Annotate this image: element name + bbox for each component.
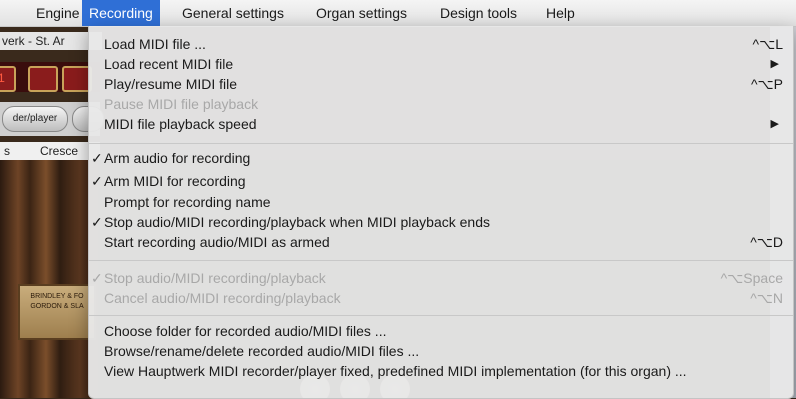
menu-item-choose-folder[interactable]: Choose folder for recorded audio/MIDI fi…: [89, 321, 793, 341]
menu-item-label: Stop audio/MIDI recording/playback: [104, 270, 326, 286]
menu-item-label: Choose folder for recorded audio/MIDI fi…: [104, 323, 387, 339]
menu-bar: Engine Recording General settings Organ …: [0, 0, 796, 27]
menu-item-label: Browse/rename/delete recorded audio/MIDI…: [104, 343, 420, 359]
menu-item-label: View Hauptwerk MIDI recorder/player fixe…: [104, 363, 687, 379]
submenu-arrow-icon: ▶: [770, 118, 779, 130]
menu-item-label: Pause MIDI file playback: [104, 96, 259, 112]
menu-item-arm-audio[interactable]: ✓ Arm audio for recording: [89, 148, 793, 168]
menu-item-stop-recording-playback: ✓ Stop audio/MIDI recording/playback ^⌥S…: [89, 268, 793, 288]
shortcut-label: ^⌥D: [750, 234, 783, 250]
menu-design-tools[interactable]: Design tools: [440, 0, 517, 26]
menu-help[interactable]: Help: [546, 0, 575, 26]
tab-crescendo[interactable]: Cresce: [40, 142, 78, 160]
window-title-fragment: verk - St. Ar: [0, 32, 102, 50]
menu-item-stop-when-playback-ends[interactable]: ✓ Stop audio/MIDI recording/playback whe…: [89, 212, 793, 232]
menu-separator: [89, 143, 793, 144]
menu-item-label: Play/resume MIDI file: [104, 76, 238, 92]
menu-item-label: Prompt for recording name: [104, 194, 271, 210]
menu-item-play-resume-midi-file[interactable]: Play/resume MIDI file ^⌥P: [89, 74, 793, 94]
menu-item-arm-midi[interactable]: ✓ Arm MIDI for recording: [89, 171, 793, 191]
menu-item-label: Stop audio/MIDI recording/playback when …: [104, 214, 490, 230]
checkmark-icon: ✓: [91, 173, 103, 189]
checkmark-icon: ✓: [91, 150, 103, 166]
menu-item-label: Load recent MIDI file: [104, 56, 234, 72]
recorder-player-button[interactable]: der/player: [2, 106, 68, 132]
menu-item-pause-midi-playback: Pause MIDI file playback: [89, 94, 793, 114]
menu-item-label: MIDI file playback speed: [104, 116, 257, 132]
menu-item-label: Arm audio for recording: [104, 150, 251, 166]
checkmark-icon: ✓: [91, 214, 103, 230]
menu-item-label: Start recording audio/MIDI as armed: [104, 234, 330, 250]
menu-item-view-midi-implementation[interactable]: View Hauptwerk MIDI recorder/player fixe…: [89, 361, 793, 381]
menu-item-load-recent-midi-file[interactable]: Load recent MIDI file ▶: [89, 54, 793, 74]
shortcut-label: ^⌥Space: [720, 270, 783, 286]
menu-organ-settings[interactable]: Organ settings: [316, 0, 407, 26]
counter-display: 1: [0, 62, 100, 92]
checkmark-icon: ✓: [91, 270, 103, 286]
menu-general-settings[interactable]: General settings: [182, 0, 284, 26]
tab-strip: s Cresce: [0, 142, 100, 160]
menu-item-load-midi-file[interactable]: Load MIDI file ... ^⌥L: [89, 34, 793, 54]
menu-item-start-recording-as-armed[interactable]: Start recording audio/MIDI as armed ^⌥D: [89, 232, 793, 252]
menu-item-label: Cancel audio/MIDI recording/playback: [104, 290, 341, 306]
menu-item-browse-recorded-files[interactable]: Browse/rename/delete recorded audio/MIDI…: [89, 341, 793, 361]
plaque-line: GORDON & SLA: [30, 303, 84, 310]
submenu-arrow-icon: ▶: [770, 58, 779, 70]
shortcut-label: ^⌥L: [752, 36, 784, 52]
shortcut-label: ^⌥P: [750, 76, 783, 92]
menu-separator: [89, 260, 793, 261]
menu-item-cancel-recording-playback: Cancel audio/MIDI recording/playback ^⌥N: [89, 288, 793, 308]
menu-item-label: Load MIDI file ...: [104, 36, 206, 52]
counter-cell: [28, 66, 58, 92]
shortcut-label: ^⌥N: [750, 290, 783, 306]
counter-digit: 1: [0, 66, 16, 92]
menu-separator: [89, 315, 793, 316]
menu-engine[interactable]: Engine: [36, 0, 80, 26]
tab-fragment[interactable]: s: [4, 142, 10, 160]
menu-item-midi-playback-speed[interactable]: MIDI file playback speed ▶: [89, 114, 793, 134]
builder-plaque: BRINDLEY & FO GORDON & SLA: [18, 284, 96, 340]
plaque-line: BRINDLEY & FO: [30, 293, 84, 300]
menu-recording[interactable]: Recording: [82, 0, 160, 26]
menu-item-label: Arm MIDI for recording: [104, 173, 246, 189]
menu-item-prompt-recording-name[interactable]: Prompt for recording name: [89, 192, 793, 212]
recorder-toolbar: der/player: [0, 102, 104, 136]
recording-menu-dropdown: Load MIDI file ... ^⌥L Load recent MIDI …: [88, 26, 794, 399]
